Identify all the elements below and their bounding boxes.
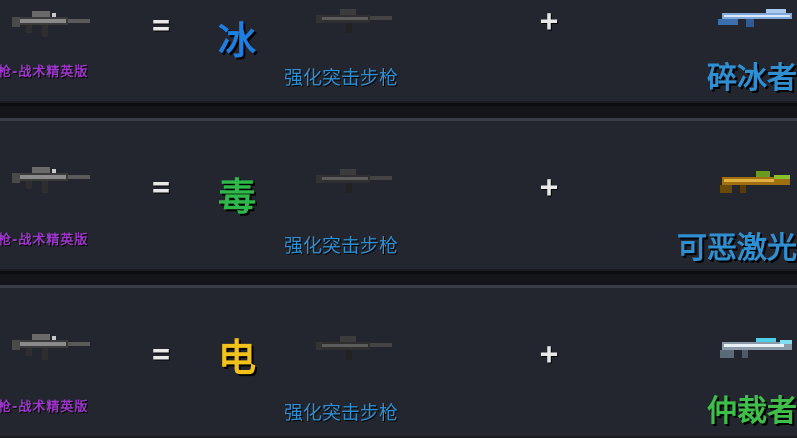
element-electric: 电 xyxy=(218,336,257,380)
elite-assault-rifle-icon xyxy=(12,334,90,360)
recipe-row-electric: 击步枪-战术精英版 = 电 强化突击步枪 + 仲裁者 xyxy=(0,285,797,438)
ingredient-weapon-name: 可恶激光 xyxy=(677,231,797,266)
enhanced-assault-rifle-icon xyxy=(316,336,392,360)
result-weapon-name: 击步枪-战术精英版 xyxy=(0,400,89,415)
recipe-row-poison: 击步枪-战术精英版 = 毒 强化突击步枪 + 可恶激光 xyxy=(0,118,797,274)
plus-sign: + xyxy=(540,4,559,39)
plus-sign: + xyxy=(540,337,559,372)
gold-laser-gun-icon xyxy=(720,171,790,193)
result-weapon-name: 击步枪-战术精英版 xyxy=(0,233,89,248)
equals-sign: = xyxy=(152,8,171,43)
base-weapon-name: 强化突击步枪 xyxy=(284,67,399,89)
ingredient-weapon-name: 碎冰者 xyxy=(707,61,797,96)
ingredient-weapon-name: 仲裁者 xyxy=(707,394,797,429)
blue-ice-rifle-icon xyxy=(718,9,792,27)
element-poison: 毒 xyxy=(218,175,257,219)
equals-sign: = xyxy=(152,170,171,205)
elite-assault-rifle-icon xyxy=(12,11,90,37)
element-ice: 冰 xyxy=(218,19,257,63)
recipe-row-ice: 击步枪-战术精英版 = 冰 强化突击步枪 + 碎冰者 xyxy=(0,0,797,106)
equals-sign: = xyxy=(152,337,171,372)
elite-assault-rifle-icon xyxy=(12,167,90,193)
base-weapon-name: 强化突击步枪 xyxy=(284,235,399,257)
plus-sign: + xyxy=(540,170,559,205)
enhanced-assault-rifle-icon xyxy=(316,169,392,193)
result-weapon-name: 击步枪-战术精英版 xyxy=(0,65,89,80)
white-arbiter-rifle-icon xyxy=(720,338,792,358)
base-weapon-name: 强化突击步枪 xyxy=(284,402,399,424)
enhanced-assault-rifle-icon xyxy=(316,9,392,33)
